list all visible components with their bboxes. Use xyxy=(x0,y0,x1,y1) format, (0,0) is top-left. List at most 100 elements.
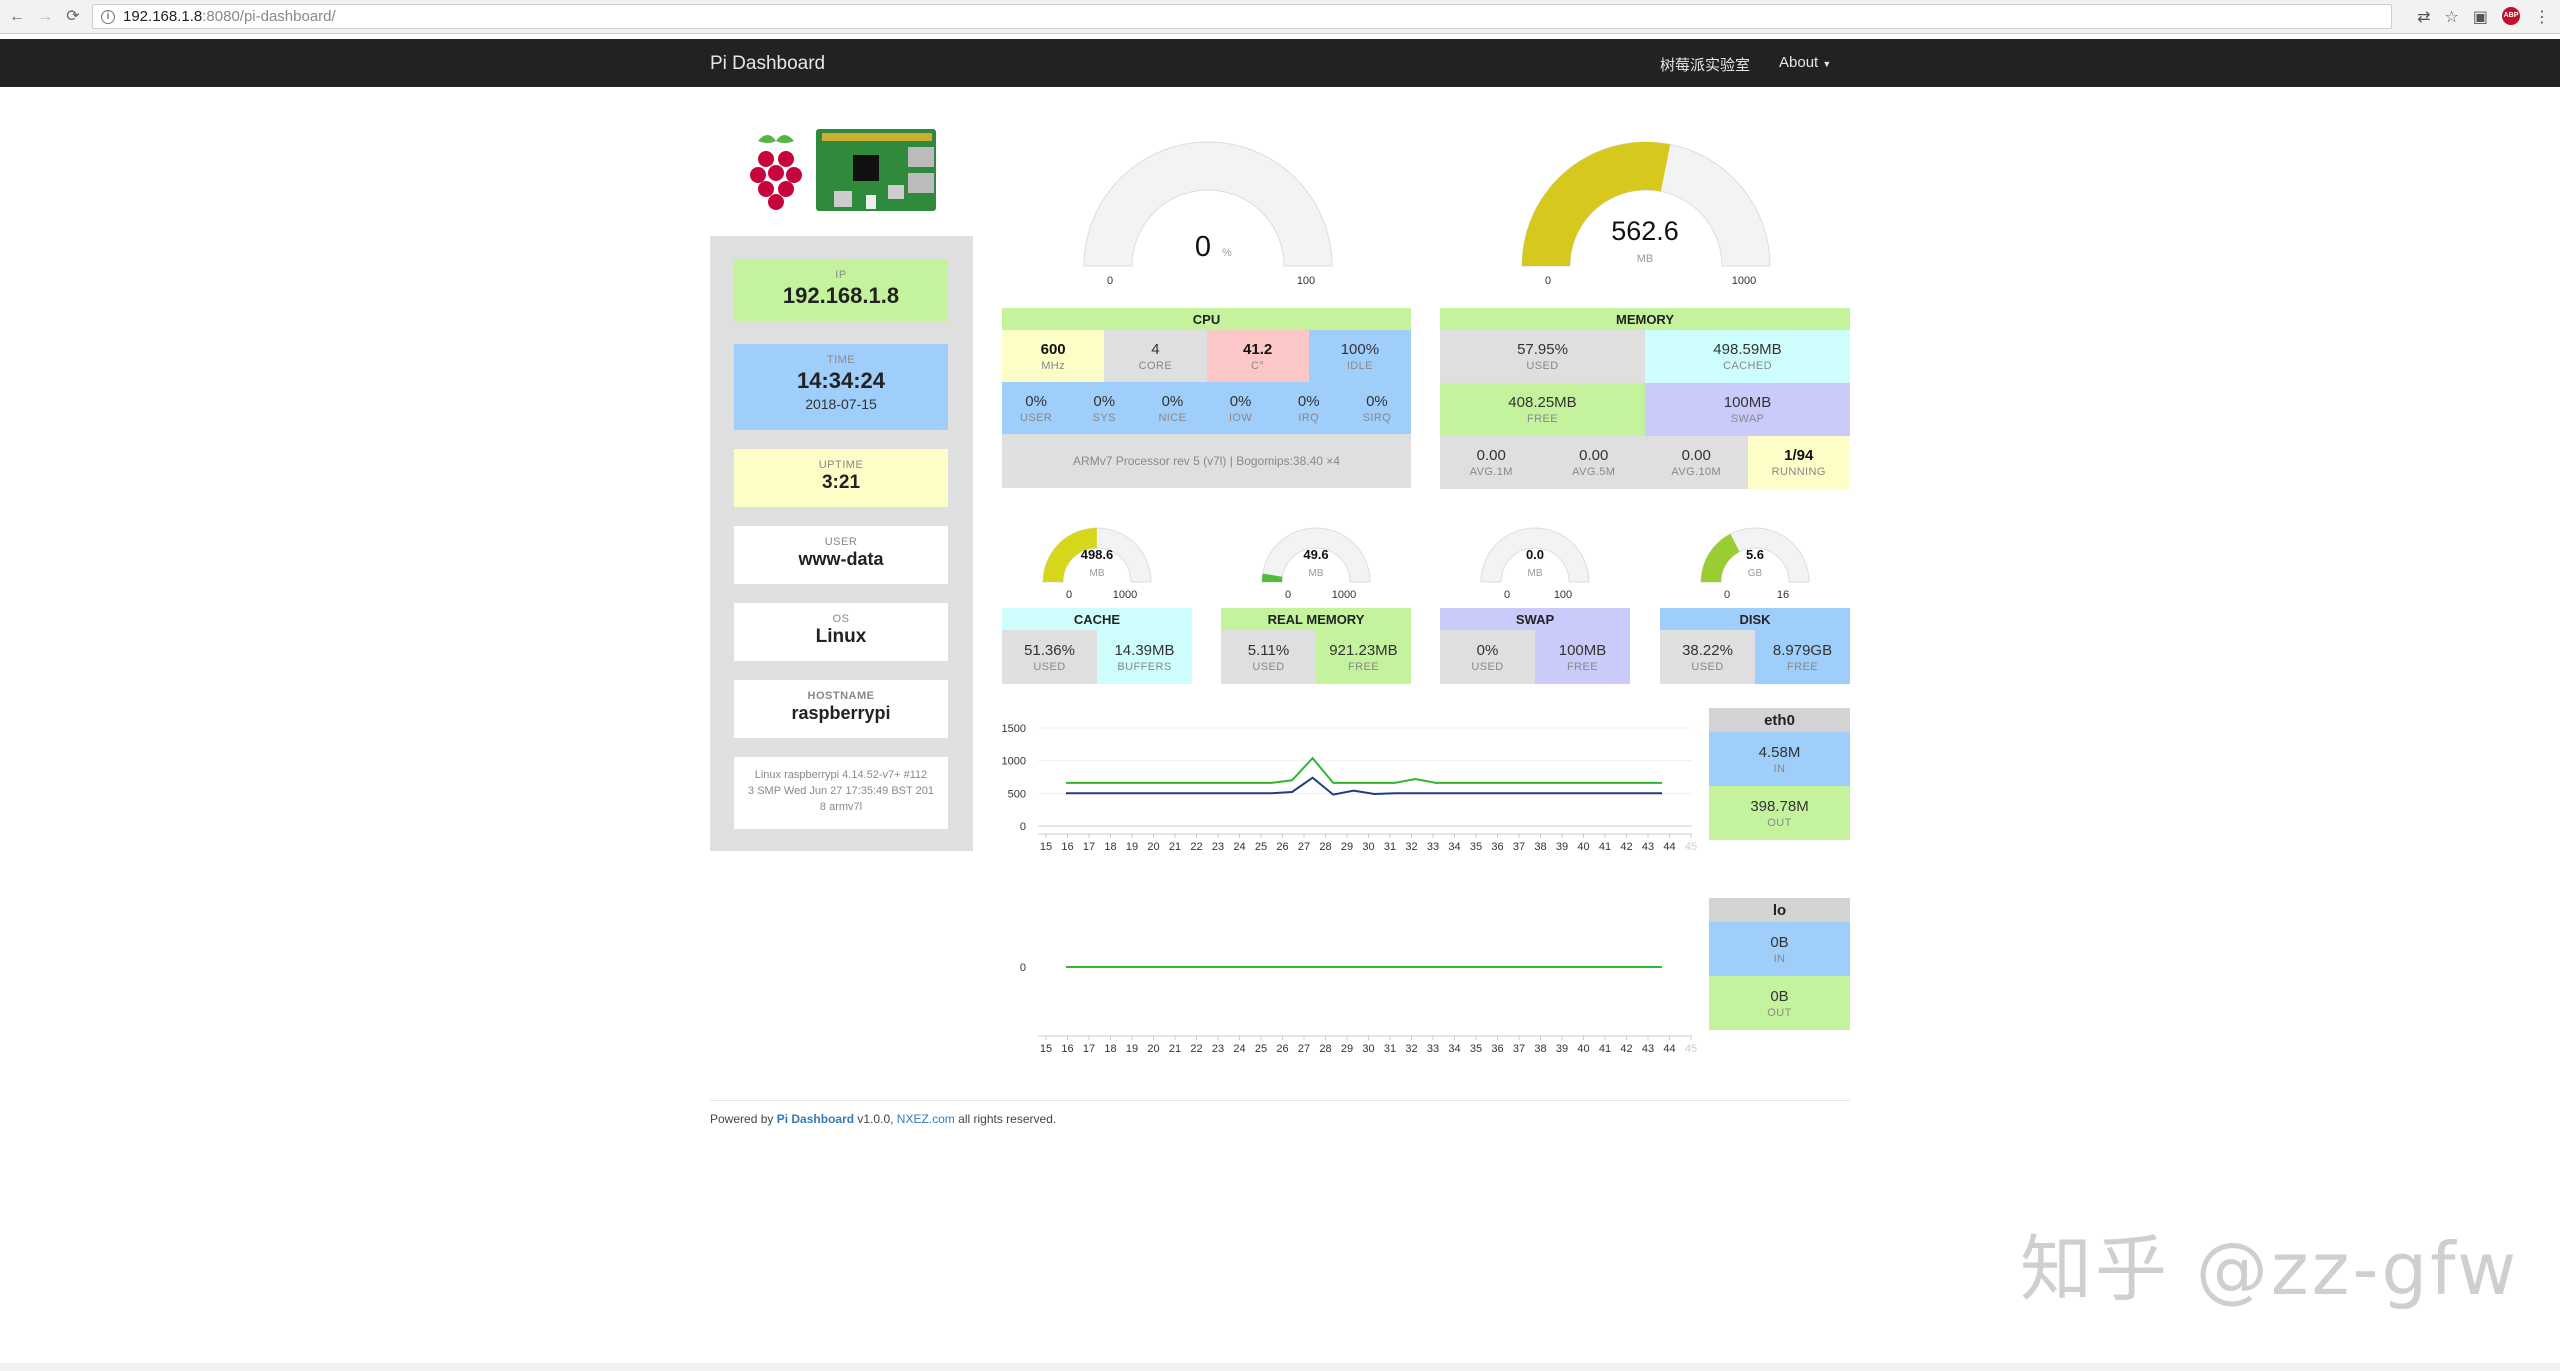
user-label: USER xyxy=(824,536,858,548)
time-card: TIME 14:34:24 2018-07-15 xyxy=(734,344,948,430)
swap-gauge-min: 0 xyxy=(1504,589,1510,601)
cache-second-label: BUFFERS xyxy=(1117,660,1172,673)
eth0-x-tick: 21 xyxy=(1169,841,1181,853)
cpu-gauge: 0 % 0 100 xyxy=(1083,141,1333,287)
address-bar[interactable]: i 192.168.1.8:8080/pi-dashboard/ xyxy=(92,4,2392,29)
swap-used: 0% xyxy=(1476,641,1499,659)
real-memory-second: 921.23MB xyxy=(1329,641,1398,659)
reload-icon[interactable]: ⟳ xyxy=(62,6,84,28)
memory-grid: 57.95% USED 498.59MB CACHED 408.25MB FREE 1… xyxy=(1440,330,1850,436)
disk-used-cell: 38.22% USED xyxy=(1660,630,1755,684)
url-path: :8080/pi-dashboard/ xyxy=(202,8,336,25)
memory-gauge-unit: MB xyxy=(1637,253,1654,265)
footer-pd-link[interactable]: Pi Dashboard xyxy=(777,1112,854,1126)
cache-table: CACHE 51.36% USED 14.39MB BUFFERS xyxy=(1002,608,1192,684)
memory-gauge: 562.6 MB 0 1000 xyxy=(1521,141,1771,287)
adblock-icon[interactable]: ABP xyxy=(2502,7,2520,25)
eth0-x-tick: 41 xyxy=(1599,841,1611,853)
running-label: RUNNING xyxy=(1771,466,1826,478)
about-label: About xyxy=(1779,54,1819,71)
eth0-x-tick: 34 xyxy=(1448,841,1460,853)
disk-second-cell: 8.979GB FREE xyxy=(1755,630,1850,684)
cpu-freq-label: MHz xyxy=(1041,359,1066,372)
real-memory-used-cell: 5.11% USED xyxy=(1221,630,1316,684)
info-icon[interactable]: i xyxy=(101,9,115,24)
lo-x-tick: 45 xyxy=(1685,1043,1697,1055)
cpu-user-cell: 0% USER xyxy=(1002,382,1070,434)
eth0-x-tick: 37 xyxy=(1513,841,1525,853)
cpu-sirq-cell: 0% SIRQ xyxy=(1343,382,1411,434)
cpu-core: 4 xyxy=(1151,340,1160,358)
cpu-sys-label: SYS xyxy=(1092,411,1116,424)
cpu-model: ARMv7 Processor rev 5 (v7l) | Bogomips:3… xyxy=(1073,454,1340,468)
swap-table: SWAP 0% USED 100MB FREE xyxy=(1440,608,1630,684)
cpu-iow-cell: 0% IOW xyxy=(1206,382,1274,434)
eth0-x-tick: 27 xyxy=(1298,841,1310,853)
eth0-x-tick: 19 xyxy=(1126,841,1138,853)
back-icon[interactable]: ← xyxy=(6,6,28,28)
swap-second: 100MB xyxy=(1558,641,1607,659)
nav-link-lab[interactable]: 树莓派实验室 xyxy=(1660,54,1750,75)
real-memory-gauge-min: 0 xyxy=(1285,589,1291,601)
eth0-x-tick: 28 xyxy=(1319,841,1331,853)
uptime-card: UPTIME 3:21 xyxy=(734,449,948,507)
footer-site-link[interactable]: NXEZ.com xyxy=(897,1112,955,1126)
cpu-sys: 0% xyxy=(1093,392,1116,410)
avg10-cell: 0.00 AVG.10M xyxy=(1645,436,1748,489)
cpu-gauge-min: 0 xyxy=(1107,275,1113,287)
memory-gauge-value: 562.6 xyxy=(1611,216,1679,246)
eth0-x-tick: 22 xyxy=(1190,841,1202,853)
lo-x-tick: 17 xyxy=(1083,1043,1095,1055)
real-memory-title: REAL MEMORY xyxy=(1221,608,1411,630)
swap-second-label: FREE xyxy=(1567,660,1598,673)
cpu-idle: 100% xyxy=(1340,340,1380,358)
forward-icon[interactable]: → xyxy=(34,6,56,28)
avg1: 0.00 xyxy=(1476,447,1506,464)
swap-title: SWAP xyxy=(1440,608,1630,630)
eth0-x-tick: 32 xyxy=(1405,841,1417,853)
cpu-irq-label: IRQ xyxy=(1298,411,1320,424)
lo-x-tick: 21 xyxy=(1169,1043,1181,1055)
cache-gauge-min: 0 xyxy=(1066,589,1072,601)
cpu-gauge-value: 0 xyxy=(1195,231,1211,263)
cpu-sys-cell: 0% SYS xyxy=(1070,382,1138,434)
lo-x-tick: 39 xyxy=(1556,1043,1568,1055)
watermark: 知乎 @zz-gfw xyxy=(2020,1227,2520,1311)
swap-gauge-unit: MB xyxy=(1528,568,1543,579)
swap-used-label: USED xyxy=(1471,660,1504,673)
lo-x-tick: 37 xyxy=(1513,1043,1525,1055)
menu-icon[interactable]: ⋮ xyxy=(2534,7,2550,27)
memory-swap-cell: 100MB SWAP xyxy=(1645,383,1850,436)
star-icon[interactable]: ☆ xyxy=(2445,7,2459,27)
cpu-core-cell: 4 CORE xyxy=(1104,330,1207,382)
cache-used: 51.36% xyxy=(1024,641,1075,659)
eth0-x-tick: 29 xyxy=(1341,841,1353,853)
eth0-x-tick: 40 xyxy=(1577,841,1589,853)
avg1-cell: 0.00 AVG.1M xyxy=(1440,436,1543,489)
lo-x-tick: 19 xyxy=(1126,1043,1138,1055)
eth0-x-tick: 16 xyxy=(1061,841,1073,853)
memory-cached-cell: 498.59MB CACHED xyxy=(1645,330,1850,383)
eth0-series-line-0 xyxy=(1066,756,1662,784)
real-memory-gauge-max: 1000 xyxy=(1332,589,1356,601)
cpu-iow: 0% xyxy=(1229,392,1252,410)
eth0-x-tick: 33 xyxy=(1427,841,1439,853)
disk-gauge-unit: GB xyxy=(1748,568,1763,579)
lo-stats: lo 0B IN 0B OUT xyxy=(1709,898,1850,1030)
brand-link[interactable]: Pi Dashboard xyxy=(710,53,825,75)
eth0-out: 398.78M xyxy=(1750,797,1809,815)
cpu-core-label: CORE xyxy=(1138,359,1173,372)
lo-ytick: 0 xyxy=(1020,962,1026,974)
eth0-series-line-1 xyxy=(1066,776,1662,796)
memory-gauge-fill xyxy=(1522,142,1671,266)
extension-icon[interactable]: ▣ xyxy=(2473,7,2488,27)
lo-x-tick: 35 xyxy=(1470,1043,1482,1055)
translate-icon[interactable]: ⇄ xyxy=(2417,7,2430,27)
eth0-out-label: OUT xyxy=(1767,816,1792,829)
loadavg-row: 0.00 AVG.1M 0.00 AVG.5M 0.00 AVG.10M 1/94 RU… xyxy=(1440,436,1850,489)
eth0-iface-name: eth0 xyxy=(1709,708,1850,732)
lo-iface-name: lo xyxy=(1709,898,1850,922)
nav-link-about[interactable]: About ▼ xyxy=(1779,54,1831,71)
os-label: OS xyxy=(832,613,850,625)
horizontal-scrollbar[interactable] xyxy=(0,1363,2560,1371)
